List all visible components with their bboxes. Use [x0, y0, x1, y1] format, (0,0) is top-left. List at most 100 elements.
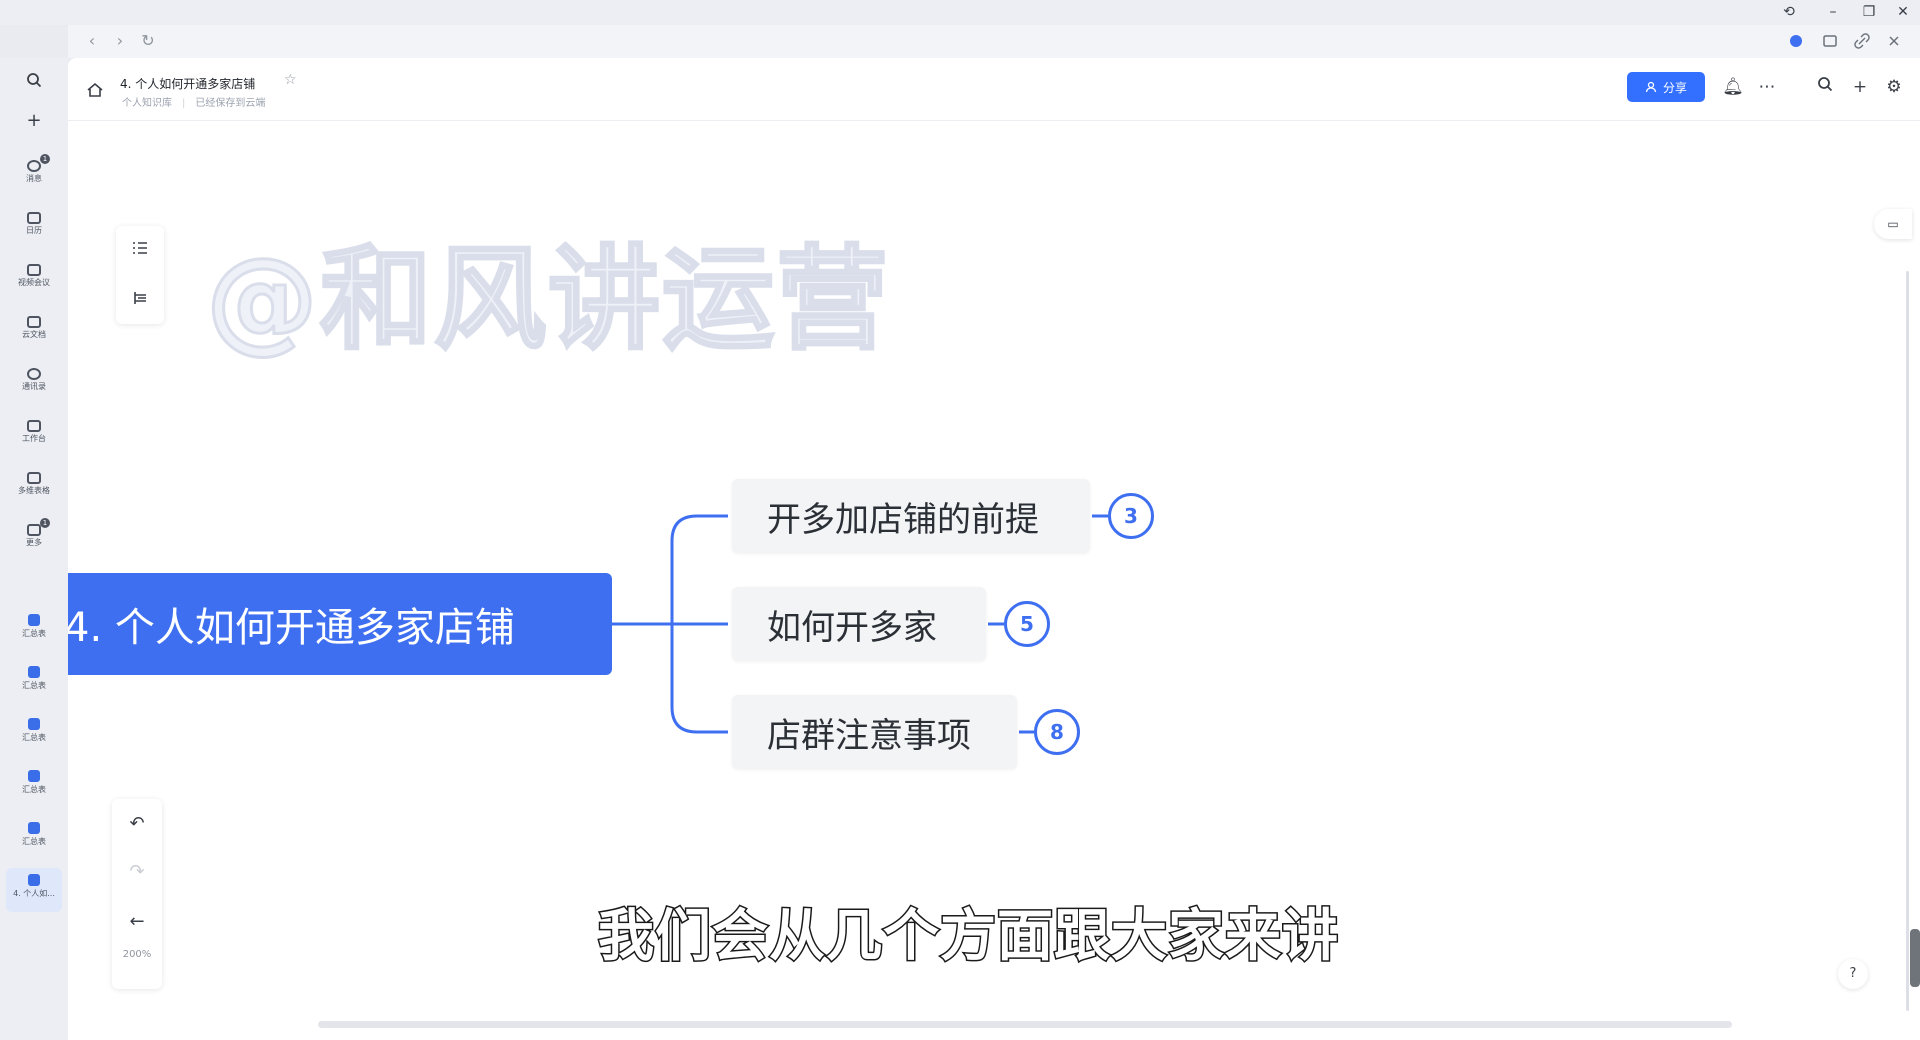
collapsed-count-badge[interactable]: 3: [1108, 493, 1154, 539]
contacts-icon: [27, 368, 41, 380]
forward-icon[interactable]: ›: [110, 31, 130, 51]
owner-label[interactable]: 个人知识库: [122, 98, 172, 109]
chat-icon: [27, 160, 41, 172]
back-icon[interactable]: ‹: [82, 31, 102, 51]
sidebar-doc-label: 汇总表: [22, 681, 46, 690]
sidebar-doc-item[interactable]: 汇总表: [6, 816, 62, 860]
collapse-arrow-icon[interactable]: ←: [124, 909, 150, 935]
plus-icon[interactable]: +: [1849, 76, 1871, 98]
document-meta: 个人知识库 | 已经保存到云端: [122, 94, 265, 109]
sidebar-doc-label: 汇总表: [22, 629, 46, 638]
window-icon[interactable]: [1822, 33, 1838, 49]
close-tab-icon[interactable]: [1886, 33, 1902, 49]
link-icon[interactable]: [1854, 33, 1870, 49]
mindmap-child-node[interactable]: 店群注意事项: [732, 695, 1017, 769]
search-icon[interactable]: [1814, 76, 1836, 98]
save-status: 已经保存到云端: [195, 98, 266, 109]
apps-icon: [27, 420, 41, 432]
history-icon[interactable]: ⟲: [1778, 2, 1800, 22]
sidebar-item-label: 多维表格: [18, 486, 50, 495]
share-button[interactable]: 分享: [1627, 72, 1705, 102]
meta-separator: |: [182, 98, 186, 109]
zoom-level[interactable]: 200%: [112, 949, 162, 960]
vertical-scrollbar-handle[interactable]: [1910, 929, 1920, 987]
table-icon: [27, 472, 41, 484]
mindmap-doc-icon: [28, 770, 40, 782]
undo-icon[interactable]: ↶: [124, 811, 150, 837]
link-hub-child-1: [670, 514, 728, 624]
sidebar-item-video[interactable]: 视频会议: [6, 260, 62, 306]
sidebar-item-docs[interactable]: 云文档: [6, 312, 62, 358]
sidebar-item-label: 云文档: [22, 330, 46, 339]
sidebar-doc-label: 汇总表: [22, 733, 46, 742]
sidebar-item-workplace[interactable]: 工作台: [6, 416, 62, 462]
mindmap-doc-icon: [28, 822, 40, 834]
sidebar-doc-item[interactable]: 汇总表: [6, 764, 62, 808]
sidebar-item-contacts[interactable]: 通讯录: [6, 364, 62, 410]
navigation-bar: ‹ › ↻: [68, 25, 1920, 58]
mindmap-root-node[interactable]: 4. 个人如何开通多家店铺: [68, 573, 612, 675]
mindmap-doc-icon: [28, 614, 40, 626]
more-icon: [27, 524, 41, 536]
sidebar-item-label: 消息: [26, 174, 42, 183]
sidebar-item-calendar[interactable]: 日历: [6, 208, 62, 254]
search-icon[interactable]: [16, 64, 52, 96]
sidebar-item-messages[interactable]: 1 消息: [6, 154, 62, 202]
root-node-label: 4. 个人如何开通多家店铺: [68, 605, 515, 651]
child-node-label: 店群注意事项: [767, 715, 971, 756]
sidebar-item-label: 视频会议: [18, 278, 50, 287]
video-subtitle: 我们会从几个方面跟大家来讲: [597, 903, 1340, 971]
child-node-label: 开多加店铺的前提: [767, 499, 1039, 540]
sidebar-doc-item[interactable]: 汇总表: [6, 660, 62, 704]
more-options-icon[interactable]: ⋯: [1756, 76, 1778, 98]
vertical-scrollbar-track[interactable]: [1906, 271, 1909, 1011]
user-icon: [1645, 81, 1657, 93]
document-title[interactable]: 4. 个人如何开通多家店铺: [120, 75, 255, 92]
video-icon: [27, 264, 41, 276]
link-hub-child-3: [670, 624, 728, 734]
help-icon[interactable]: ?: [1838, 959, 1868, 989]
sidebar-doc-item-active[interactable]: 4. 个人如...: [6, 868, 62, 912]
gear-icon[interactable]: ⚙: [1883, 76, 1905, 98]
redo-icon[interactable]: ↷: [124, 859, 150, 885]
document-panel: 4. 个人如何开通多家店铺 ☆ 个人知识库 | 已经保存到云端 分享 🔔︎ ⋯ + …: [68, 58, 1920, 1040]
sidebar-doc-item[interactable]: 汇总表: [6, 712, 62, 756]
collapsed-count-badge[interactable]: 5: [1004, 601, 1050, 647]
mindmap-canvas[interactable]: @和风讲运营 ▭ 4. 个人如何开通多家店铺 开多加店铺的前提 3 如何开多家 …: [68, 121, 1920, 1040]
doc-icon: [27, 316, 41, 328]
mindmap-child-node[interactable]: 如何开多家: [732, 587, 986, 661]
unread-badge: 1: [40, 154, 50, 164]
window-titlebar: ⟲ – ❐ ✕: [0, 0, 1920, 25]
mindmap-child-node[interactable]: 开多加店铺的前提: [732, 479, 1090, 553]
app-sidebar: + 1 消息 日历 视频会议 云文档 通讯录 工作台 多维表格 1 更多 汇总表…: [0, 58, 68, 1040]
mindmap-doc-icon: [28, 874, 40, 886]
minimize-icon[interactable]: –: [1822, 2, 1844, 22]
history-toolbar: ↶ ↷ ← 200%: [112, 799, 162, 989]
close-icon[interactable]: ✕: [1892, 2, 1914, 22]
document-header: 4. 个人如何开通多家店铺 ☆ 个人知识库 | 已经保存到云端 分享 🔔︎ ⋯ + …: [68, 58, 1920, 121]
sidebar-doc-label: 汇总表: [22, 785, 46, 794]
sidebar-item-base[interactable]: 多维表格: [6, 468, 62, 514]
mindmap-doc-icon: [28, 666, 40, 678]
unread-badge: 1: [40, 518, 50, 528]
sidebar-doc-label: 4. 个人如...: [13, 889, 55, 898]
sidebar-item-more[interactable]: 1 更多: [6, 518, 62, 566]
sidebar-item-label: 工作台: [22, 434, 46, 443]
sidebar-item-label: 更多: [26, 538, 42, 547]
sidebar-doc-label: 汇总表: [22, 837, 46, 846]
bell-icon[interactable]: 🔔︎: [1722, 76, 1744, 98]
maximize-icon[interactable]: ❐: [1858, 2, 1880, 22]
plus-icon[interactable]: +: [16, 104, 52, 136]
sidebar-item-label: 日历: [26, 226, 42, 235]
star-icon[interactable]: ☆: [284, 72, 297, 88]
share-label: 分享: [1662, 80, 1687, 95]
collapsed-count-badge[interactable]: 8: [1034, 709, 1080, 755]
assistant-icon[interactable]: [1788, 33, 1804, 49]
home-icon[interactable]: [86, 82, 104, 98]
refresh-icon[interactable]: ↻: [138, 31, 158, 51]
mindmap-doc-icon: [28, 718, 40, 730]
calendar-icon: [27, 212, 41, 224]
horizontal-scrollbar[interactable]: [318, 1021, 1732, 1028]
sidebar-item-label: 通讯录: [22, 382, 46, 391]
sidebar-doc-item[interactable]: 汇总表: [6, 608, 62, 652]
